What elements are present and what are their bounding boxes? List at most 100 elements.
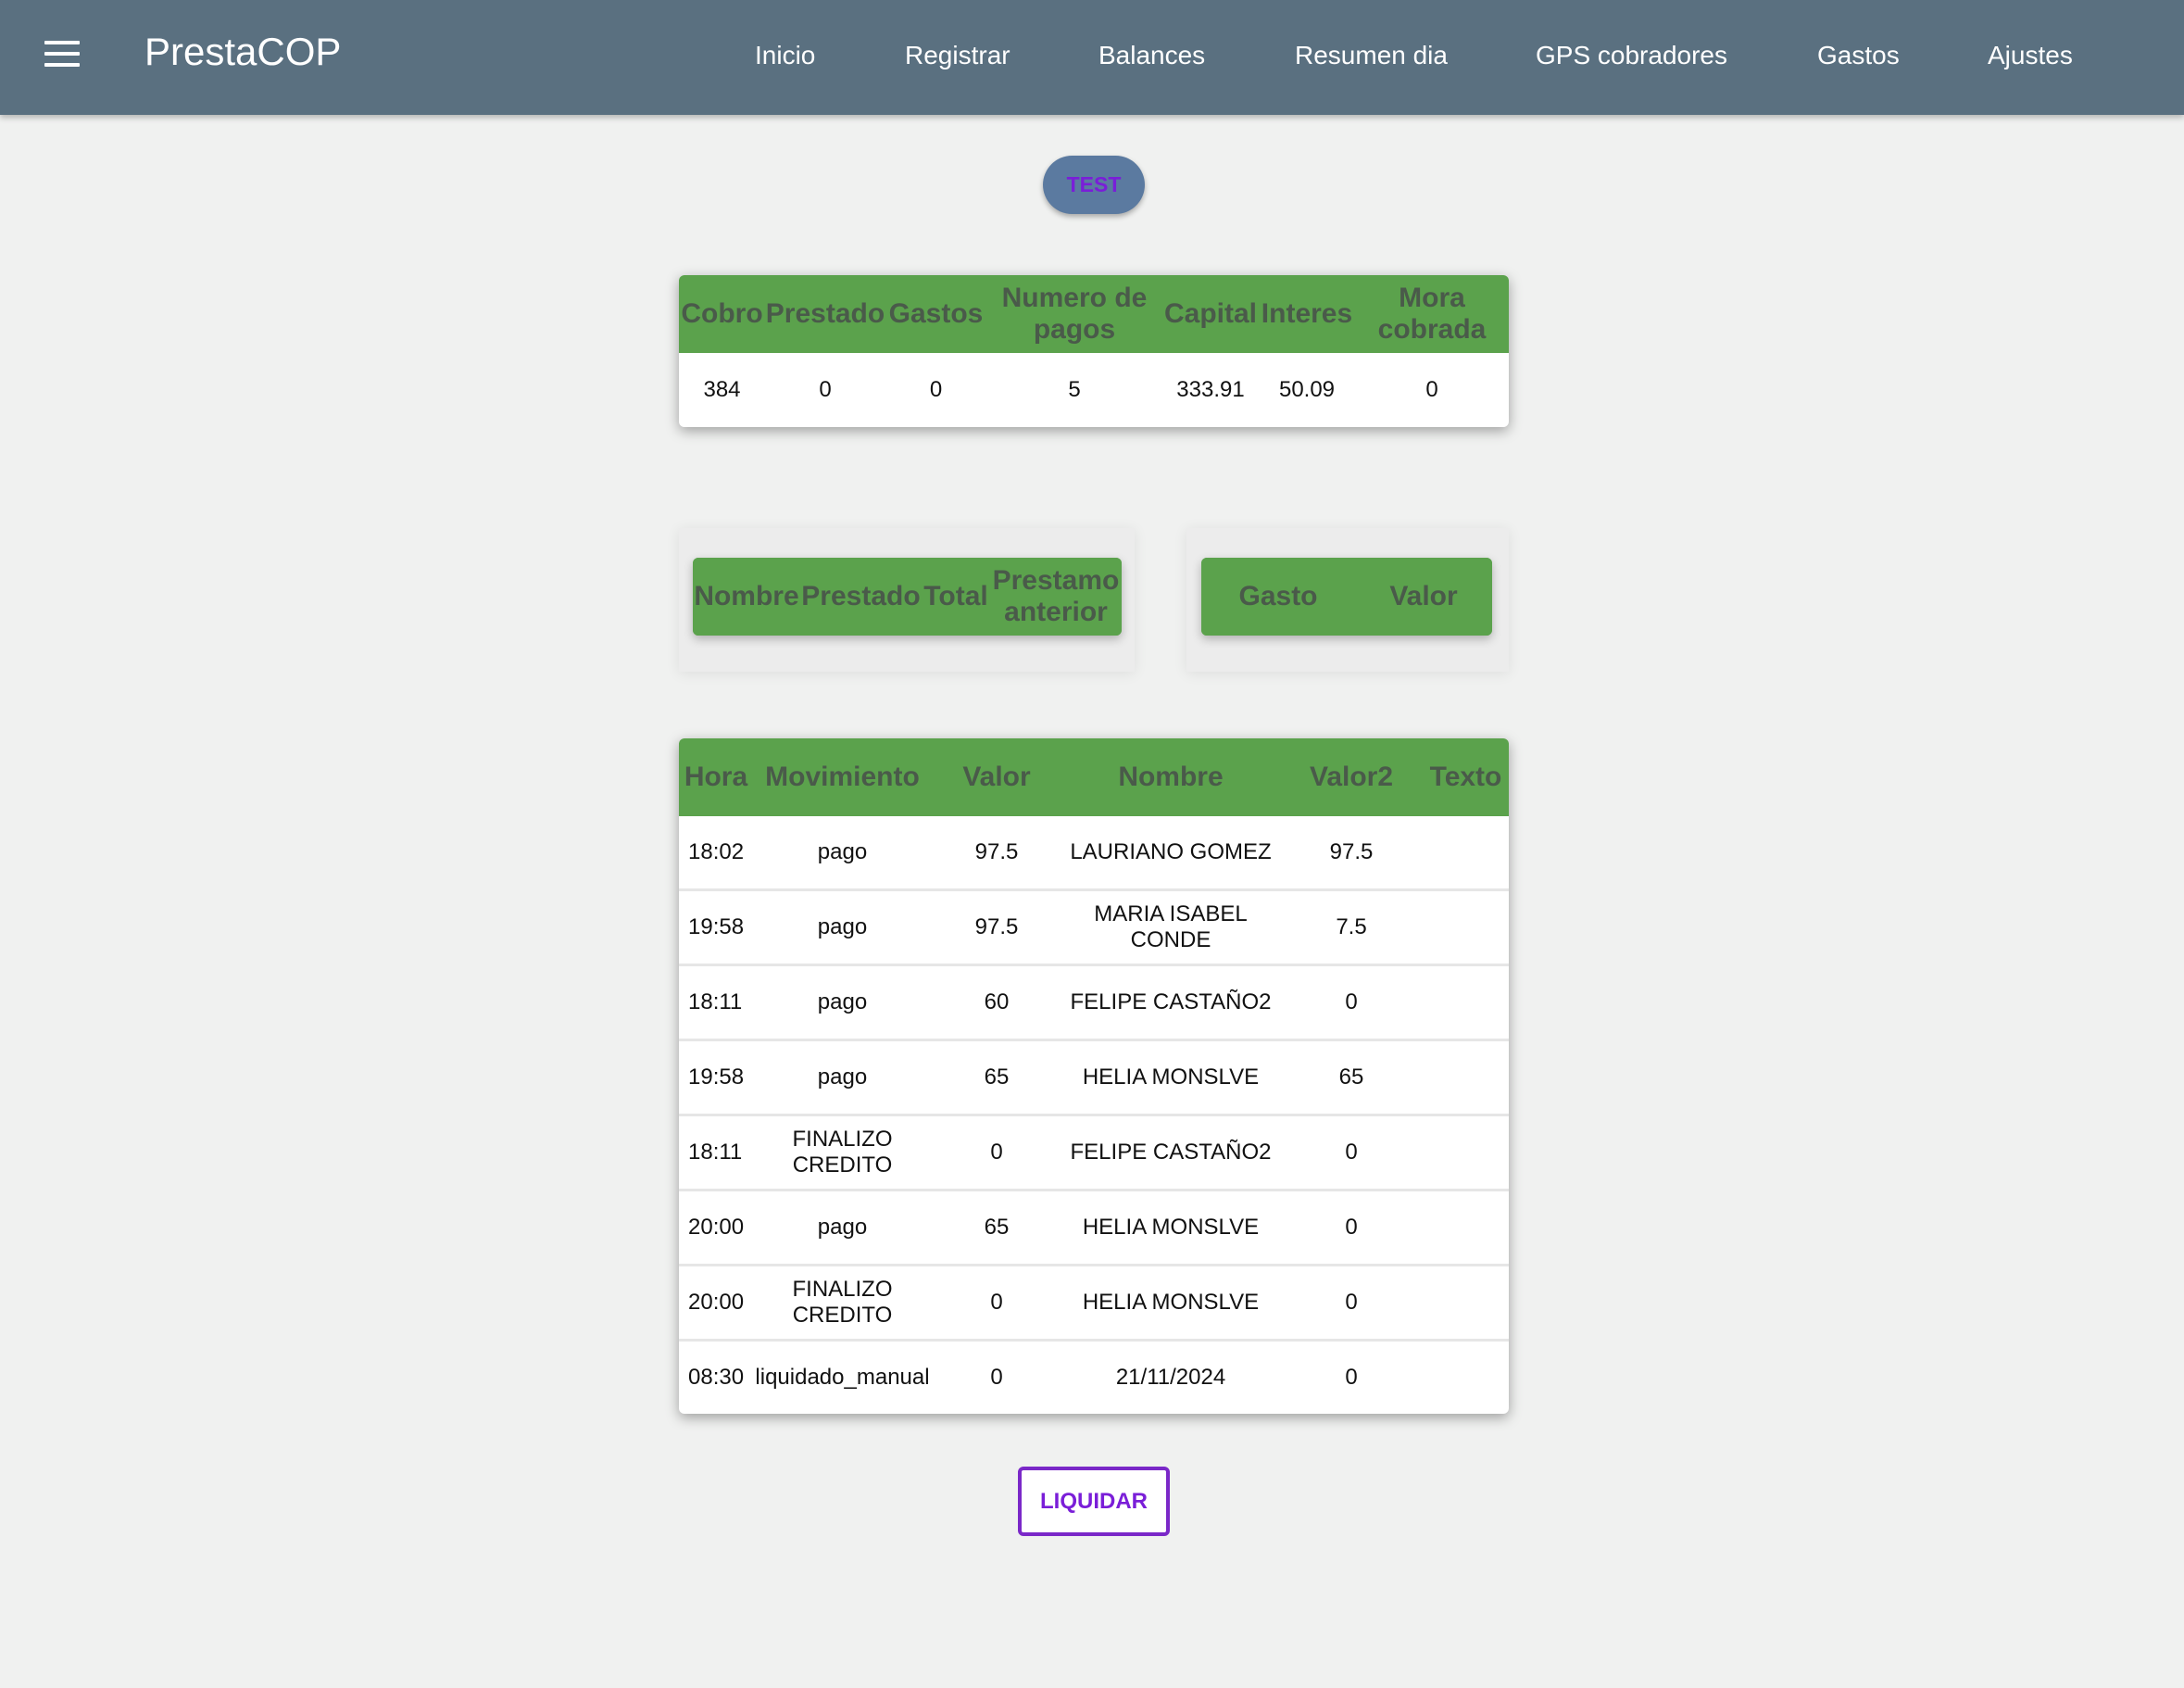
nav-gps-cobradores[interactable]: GPS cobradores <box>1536 41 1727 70</box>
loans-header-total: Total <box>922 558 990 636</box>
cell-valor: 0 <box>932 1265 1061 1342</box>
cell-valor2: 0 <box>1280 1265 1423 1342</box>
summary-card: Cobro Prestado Gastos Numero de pagos Ca… <box>679 275 1509 427</box>
movements-header-valor2: Valor2 <box>1280 738 1423 816</box>
cell-movimiento: FINALIZO CREDITO <box>753 1115 932 1191</box>
table-row: 08:30 liquidado_manual 0 21/11/2024 0 <box>679 1341 1509 1415</box>
cell-valor: 60 <box>932 964 1061 1041</box>
cell-nombre: MARIA ISABEL CONDE <box>1061 889 1280 966</box>
cell-movimiento: pago <box>753 816 932 891</box>
summary-value-gastos: 0 <box>929 377 943 402</box>
cell-hora: 20:00 <box>679 1265 753 1342</box>
loans-header-nombre: Nombre <box>693 558 800 636</box>
app-title: PrestaCOP <box>144 30 342 73</box>
expenses-header-gasto: Gasto <box>1201 558 1355 636</box>
movements-header-row: Hora Movimiento Valor Nombre Valor2 Text… <box>679 738 1509 816</box>
loans-table-card: Nombre Prestado Total Prestamo anterior <box>693 558 1122 636</box>
table-row: 18:11 FINALIZO CREDITO 0 FELIPE CASTAÑO2… <box>679 1115 1509 1191</box>
cell-movimiento: liquidado_manual <box>755 1365 930 1390</box>
movements-card: Hora Movimiento Valor Nombre Valor2 Text… <box>679 738 1509 1414</box>
movements-header-hora: Hora <box>679 738 753 816</box>
nav-resumen-dia[interactable]: Resumen dia <box>1295 41 1448 70</box>
summary-value-interes: 50.09 <box>1278 377 1336 402</box>
summary-value-row: 384 0 0 5 333.91 50.09 0 <box>679 353 1509 427</box>
cell-hora: 18:02 <box>679 816 753 891</box>
cell-texto <box>1423 1341 1509 1415</box>
nav-balances[interactable]: Balances <box>1098 41 1205 70</box>
cell-valor: 0 <box>990 1365 1003 1390</box>
cell-movimiento: FINALIZO CREDITO <box>753 1265 932 1342</box>
cell-hora: 08:30 <box>688 1365 745 1390</box>
table-row: 19:58 pago 65 HELIA MONSLVE 65 <box>679 1039 1509 1116</box>
cell-movimiento: pago <box>753 1190 932 1266</box>
table-row: 18:02 pago 97.5 LAURIANO GOMEZ 97.5 <box>679 816 1509 891</box>
summary-header-numero-de-pagos: Numero de pagos <box>986 275 1162 353</box>
cell-movimiento: pago <box>753 964 932 1041</box>
cell-valor2: 0 <box>1280 1115 1423 1191</box>
summary-value-prestado: 0 <box>819 377 832 402</box>
summary-header-gastos: Gastos <box>885 275 986 353</box>
movements-header-texto: Texto <box>1423 738 1509 816</box>
cell-valor: 65 <box>932 1190 1061 1266</box>
cell-texto <box>1423 1190 1509 1266</box>
cell-hora: 18:11 <box>679 964 753 1041</box>
expenses-table: Gasto Valor <box>1201 558 1492 636</box>
cell-hora: 19:58 <box>679 1039 753 1116</box>
liquidar-button[interactable]: LIQUIDAR <box>1018 1467 1170 1536</box>
nav-registrar[interactable]: Registrar <box>905 41 1010 70</box>
cell-valor2: 0 <box>1280 964 1423 1041</box>
hamburger-menu-icon[interactable] <box>44 41 80 69</box>
cell-texto <box>1423 889 1509 966</box>
cell-nombre: HELIA MONSLVE <box>1061 1039 1280 1116</box>
table-row: 20:00 pago 65 HELIA MONSLVE 0 <box>679 1190 1509 1266</box>
cell-texto <box>1423 1265 1509 1342</box>
cell-texto <box>1423 816 1509 891</box>
cell-valor: 65 <box>932 1039 1061 1116</box>
loans-header-prestamo-anterior: Prestamo anterior <box>990 558 1122 636</box>
summary-header-mora-cobrada: Mora cobrada <box>1355 275 1509 353</box>
loans-header-row: Nombre Prestado Total Prestamo anterior <box>693 558 1122 636</box>
cell-hora: 18:11 <box>679 1115 753 1191</box>
summary-header-row: Cobro Prestado Gastos Numero de pagos Ca… <box>679 275 1509 353</box>
summary-header-capital: Capital <box>1162 275 1259 353</box>
cell-movimiento: pago <box>753 1039 932 1116</box>
cell-hora: 20:00 <box>679 1190 753 1266</box>
cell-valor: 0 <box>932 1115 1061 1191</box>
movements-header-movimiento: Movimiento <box>753 738 932 816</box>
summary-value-mora-cobrada: 0 <box>1425 377 1438 402</box>
nav-inicio[interactable]: Inicio <box>755 41 815 70</box>
summary-table: Cobro Prestado Gastos Numero de pagos Ca… <box>679 275 1509 427</box>
cell-valor: 97.5 <box>932 889 1061 966</box>
movements-header-nombre: Nombre <box>1061 738 1280 816</box>
summary-header-cobro: Cobro <box>679 275 765 353</box>
loans-header-prestado: Prestado <box>800 558 922 636</box>
cell-valor2: 7.5 <box>1280 889 1423 966</box>
top-app-bar: PrestaCOP Inicio Registrar Balances Resu… <box>0 0 2184 115</box>
cell-nombre: LAURIANO GOMEZ <box>1061 816 1280 891</box>
movements-table: Hora Movimiento Valor Nombre Valor2 Text… <box>679 738 1509 1414</box>
expenses-table-card: Gasto Valor <box>1201 558 1492 636</box>
cell-nombre: FELIPE CASTAÑO2 <box>1061 1115 1280 1191</box>
cell-texto <box>1423 1115 1509 1191</box>
cell-valor2: 97.5 <box>1280 816 1423 891</box>
nav-gastos[interactable]: Gastos <box>1817 41 1900 70</box>
cell-valor2: 0 <box>1345 1365 1358 1390</box>
nav-ajustes[interactable]: Ajustes <box>1988 41 2073 70</box>
summary-value-capital: 333.91 <box>1176 377 1245 402</box>
cell-texto <box>1423 964 1509 1041</box>
summary-value-numero-de-pagos: 5 <box>1068 377 1081 402</box>
table-row: 19:58 pago 97.5 MARIA ISABEL CONDE 7.5 <box>679 889 1509 966</box>
cell-texto <box>1423 1039 1509 1116</box>
cell-valor2: 0 <box>1280 1190 1423 1266</box>
table-row: 18:11 pago 60 FELIPE CASTAÑO2 0 <box>679 964 1509 1041</box>
loans-table: Nombre Prestado Total Prestamo anterior <box>693 558 1122 636</box>
cell-hora: 19:58 <box>679 889 753 966</box>
summary-header-prestado: Prestado <box>765 275 885 353</box>
test-button[interactable]: TEST <box>1043 156 1145 214</box>
movements-header-valor: Valor <box>932 738 1061 816</box>
cell-nombre: FELIPE CASTAÑO2 <box>1061 964 1280 1041</box>
expenses-header-valor: Valor <box>1355 558 1492 636</box>
cell-nombre: HELIA MONSLVE <box>1061 1190 1280 1266</box>
summary-value-cobro: 384 <box>703 377 741 402</box>
summary-header-interes: Interes <box>1259 275 1355 353</box>
